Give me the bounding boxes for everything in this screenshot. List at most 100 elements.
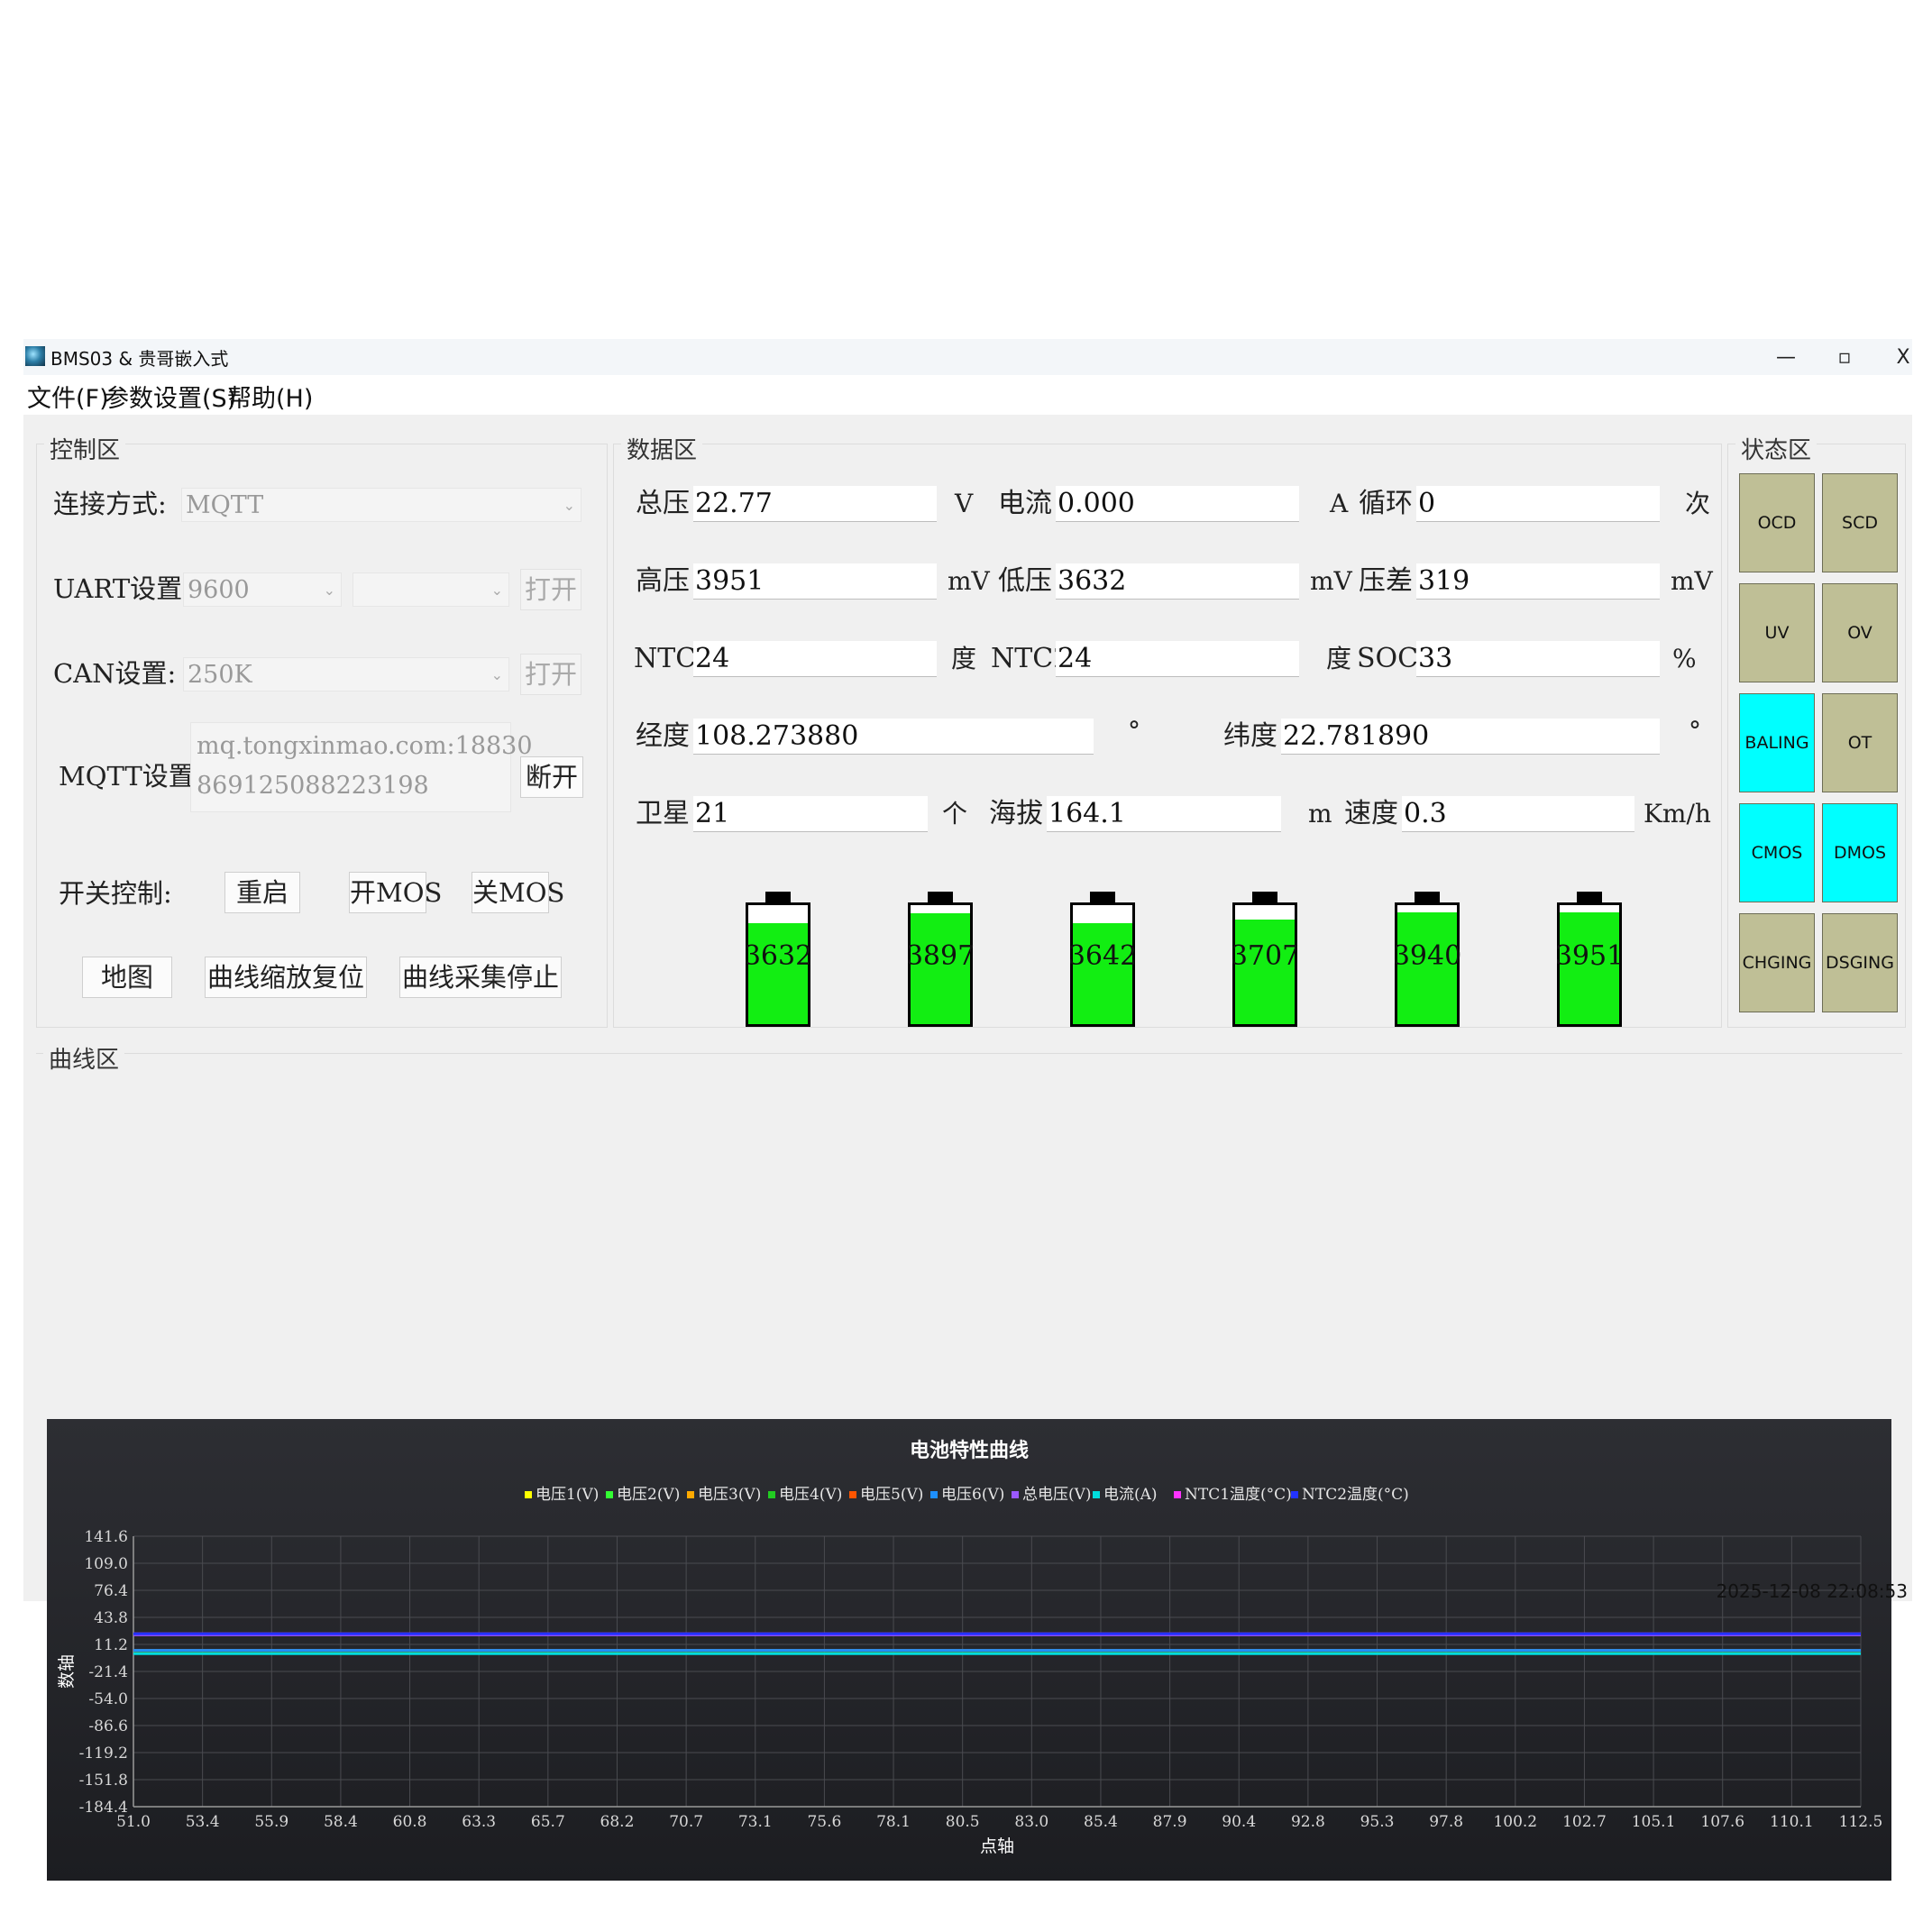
low-voltage-field[interactable]: 3632 bbox=[1056, 563, 1299, 600]
speed-field[interactable]: 0.3 bbox=[1402, 796, 1634, 832]
map-button[interactable]: 地图 bbox=[82, 957, 172, 998]
mos-off-button[interactable]: 关MOS bbox=[472, 872, 564, 913]
battery-cap bbox=[1090, 892, 1115, 902]
uart-open-button[interactable]: 打开 bbox=[520, 569, 581, 610]
mqtt-disconnect-button[interactable]: 断开 bbox=[520, 756, 583, 798]
legend-label: 电压3(V) bbox=[698, 1486, 761, 1504]
x-tick-label: 53.4 bbox=[186, 1813, 220, 1831]
status-dsging: DSGING bbox=[1822, 913, 1898, 1012]
diff-voltage-field[interactable]: 319 bbox=[1416, 563, 1660, 600]
status-baling: BALING bbox=[1739, 693, 1815, 792]
current-unit: A bbox=[1330, 489, 1349, 518]
legend-swatch bbox=[1291, 1491, 1298, 1498]
menu-file[interactable]: 文件(F) bbox=[27, 379, 109, 414]
chart-title: 电池特性曲线 bbox=[910, 1439, 1029, 1462]
status-uv: UV bbox=[1739, 583, 1815, 682]
total-voltage-field[interactable]: 22.77 bbox=[693, 486, 937, 522]
chart-panel[interactable]: 电池特性曲线 电压1(V) 电压2(V) 电压3(V) 电压4(V) 电压5(V) 电压6(… bbox=[47, 1419, 1891, 1881]
x-tick-label: 87.9 bbox=[1153, 1813, 1187, 1831]
speed-label: 速度 bbox=[1344, 798, 1398, 829]
status-ocd: OCD bbox=[1739, 473, 1815, 572]
cell-voltage-5: 3940 bbox=[1392, 940, 1462, 972]
y-tick-label: 141.6 bbox=[84, 1528, 128, 1546]
can-select[interactable]: 250K ⌄ bbox=[183, 657, 509, 691]
app-icon bbox=[25, 346, 45, 366]
x-tick-label: 70.7 bbox=[669, 1813, 703, 1831]
x-tick-label: 97.8 bbox=[1429, 1813, 1463, 1831]
stop-capture-button[interactable]: 曲线采集停止 bbox=[399, 957, 562, 998]
x-tick-label: 85.4 bbox=[1084, 1813, 1118, 1831]
x-axis-label: 点轴 bbox=[980, 1836, 1014, 1856]
cell-voltage-3: 3642 bbox=[1067, 940, 1138, 972]
uart-label: UART设置: bbox=[53, 573, 191, 604]
status-scd: SCD bbox=[1822, 473, 1898, 572]
diff-voltage-unit: mV bbox=[1671, 566, 1713, 596]
total-voltage-label: 总压 bbox=[636, 488, 690, 519]
can-value: 250K bbox=[188, 661, 252, 689]
cycle-label: 循环 bbox=[1359, 488, 1413, 519]
battery-curve-chart[interactable]: 电池特性曲线电压1(V) 电压2(V) 电压3(V) 电压4(V) 电压5(V) 电压6(… bbox=[47, 1419, 1891, 1881]
legend-swatch bbox=[606, 1491, 613, 1498]
maximize-button[interactable]: ▫ bbox=[1818, 339, 1872, 375]
reset-zoom-button[interactable]: 曲线缩放复位 bbox=[205, 957, 367, 998]
latitude-field[interactable]: 22.781890 bbox=[1281, 719, 1660, 755]
status-cmos: CMOS bbox=[1739, 803, 1815, 902]
ntc2-field[interactable]: 24 bbox=[1056, 641, 1299, 677]
latitude-label: 纬度 bbox=[1223, 720, 1277, 752]
diff-voltage-label: 压差 bbox=[1359, 565, 1413, 597]
y-tick-label: -184.4 bbox=[79, 1799, 128, 1817]
x-tick-label: 110.1 bbox=[1770, 1813, 1814, 1831]
uart-baud-select[interactable]: 9600 ⌄ bbox=[183, 572, 342, 607]
menu-settings[interactable]: 参数设置(S) bbox=[105, 379, 236, 414]
restart-button[interactable]: 重启 bbox=[224, 872, 300, 913]
chevron-down-icon: ⌄ bbox=[323, 581, 335, 599]
mqtt-settings-box[interactable]: mq.tongxinmao.com:18830 869125088223198 bbox=[190, 722, 533, 812]
high-voltage-label: 高压 bbox=[636, 565, 690, 597]
altitude-field[interactable]: 164.1 bbox=[1047, 796, 1281, 832]
longitude-label: 经度 bbox=[636, 720, 690, 752]
close-button[interactable]: X bbox=[1876, 339, 1930, 375]
menu-help[interactable]: 帮助(H) bbox=[227, 379, 313, 414]
mos-on-button[interactable]: 开MOS bbox=[349, 872, 442, 913]
legend-label: 电压4(V) bbox=[779, 1486, 842, 1504]
altitude-label: 海拔 bbox=[989, 798, 1043, 829]
soc-label: SOC bbox=[1357, 643, 1419, 674]
minimize-button[interactable]: — bbox=[1759, 339, 1813, 375]
longitude-field[interactable]: 108.273880 bbox=[693, 719, 1094, 755]
x-tick-label: 90.4 bbox=[1222, 1813, 1256, 1831]
x-tick-label: 95.3 bbox=[1360, 1813, 1395, 1831]
x-tick-label: 100.2 bbox=[1493, 1813, 1537, 1831]
ntc1-unit: 度 bbox=[951, 644, 977, 673]
cell-voltage-1: 3632 bbox=[743, 940, 813, 972]
conn-select[interactable]: MQTT ⌄ bbox=[181, 488, 581, 522]
soc-field[interactable]: 33 bbox=[1416, 641, 1660, 677]
y-tick-label: -54.0 bbox=[88, 1690, 128, 1708]
cell-battery-3: 3642 bbox=[1068, 892, 1137, 1027]
can-open-button[interactable]: 打开 bbox=[520, 654, 581, 695]
legend-swatch bbox=[1174, 1491, 1181, 1498]
high-voltage-field[interactable]: 3951 bbox=[693, 563, 937, 600]
cell-voltage-2: 3897 bbox=[905, 940, 975, 972]
x-tick-label: 75.6 bbox=[807, 1813, 841, 1831]
chevron-down-icon: ⌄ bbox=[563, 497, 575, 514]
low-voltage-label: 低压 bbox=[998, 565, 1052, 597]
satellite-field[interactable]: 21 bbox=[693, 796, 928, 832]
battery-cap bbox=[1415, 892, 1440, 902]
title-bar[interactable]: BMS03 & 贵哥嵌入式 — ▫ X bbox=[23, 339, 1912, 375]
satellite-unit: 个 bbox=[942, 799, 968, 829]
current-field[interactable]: 0.000 bbox=[1056, 486, 1299, 522]
cycle-unit: 次 bbox=[1685, 489, 1711, 518]
can-label: CAN设置: bbox=[53, 658, 177, 689]
battery-cap bbox=[1577, 892, 1602, 902]
legend-label: 总电压(V) bbox=[1022, 1486, 1092, 1504]
mqtt-host: mq.tongxinmao.com:18830 bbox=[197, 732, 533, 760]
battery-fill bbox=[1073, 922, 1132, 1024]
current-label: 电流 bbox=[998, 488, 1052, 519]
cell-battery-4: 3707 bbox=[1231, 892, 1299, 1027]
uart-port-select[interactable]: ⌄ bbox=[353, 572, 509, 607]
cycle-field[interactable]: 0 bbox=[1416, 486, 1660, 522]
y-tick-label: -151.8 bbox=[79, 1772, 128, 1790]
ntc1-field[interactable]: 24 bbox=[693, 641, 937, 677]
battery-fill bbox=[748, 922, 808, 1024]
battery-cap bbox=[1252, 892, 1277, 902]
